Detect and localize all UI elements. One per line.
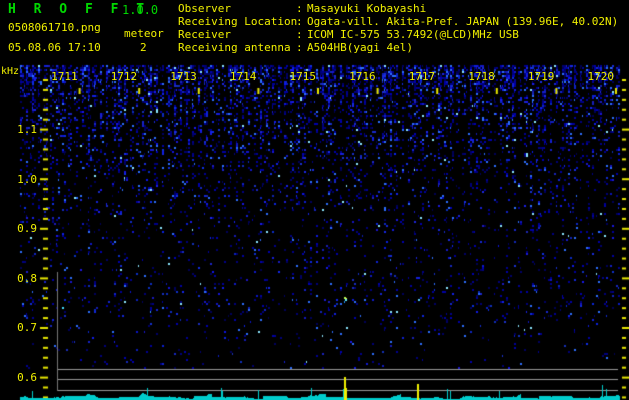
info-separator: : [296,15,303,28]
time-tick-label: 1716 [349,70,376,83]
info-label: Receiver [178,28,231,41]
time-tick-label: 1712 [110,70,138,83]
time-tick-label: 1720 [587,70,615,83]
freq-axis-unit: kHz [1,66,20,77]
info-label: Receiving antenna [178,41,291,54]
freq-tick-label: 0.9 [17,222,37,236]
freq-tick-label: 0.7 [17,321,37,335]
time-tick-label: 1714 [229,70,257,83]
info-row-receiver: Receiver: ICOM IC-575 53.7492(@LCD)MHz US… [178,28,618,41]
hrofft-spectrogram-screen: H R O F F T 1.0.0 0508061710.png meteor … [0,0,629,400]
freq-tick-label: 0.8 [17,271,37,285]
info-row-observer: Observer: Masayuki Kobayashi [178,2,618,15]
output-filename: 0508061710.png [8,21,101,34]
observation-mode: meteor [124,27,164,40]
info-label: Observer [178,2,231,15]
station-info: Observer: Masayuki Kobayashi Receiving Lo… [178,2,618,54]
freq-tick-label: 0.6 [17,371,37,384]
info-label: Receiving Location [178,15,298,28]
info-separator: : [296,2,303,15]
info-value: ICOM IC-575 53.7492(@LCD)MHz USB [307,28,519,41]
app-version: 1.0.0 [122,3,159,17]
info-separator: : [296,41,303,54]
info-row-location: Receiving Location: Ogata-vill. Akita-Pre… [178,15,618,28]
time-tick-label: 1718 [468,70,495,83]
observation-datetime: 05.08.06 17:10 [8,41,101,54]
info-value: A504HB(yagi 4el) [307,41,413,54]
time-tick-label: 1717 [408,70,436,83]
info-separator: : [296,28,303,41]
info-value: Ogata-vill. Akita-Pref. JAPAN (139.96E, … [307,15,619,28]
freq-tick-label: 1.1 [17,123,37,136]
time-tick-label: 1713 [170,70,197,83]
time-tick-label: 1711 [51,70,78,83]
time-tick-label: 1719 [527,70,555,83]
info-value: Masayuki Kobayashi [307,2,427,15]
freq-tick-label: 1.0 [17,172,37,186]
spectrogram-canvas [0,0,629,400]
info-row-antenna: Receiving antenna: A504HB(yagi 4el) [178,41,618,54]
meteor-echo-count: 2 [140,41,147,54]
time-tick-label: 1715 [289,70,317,83]
